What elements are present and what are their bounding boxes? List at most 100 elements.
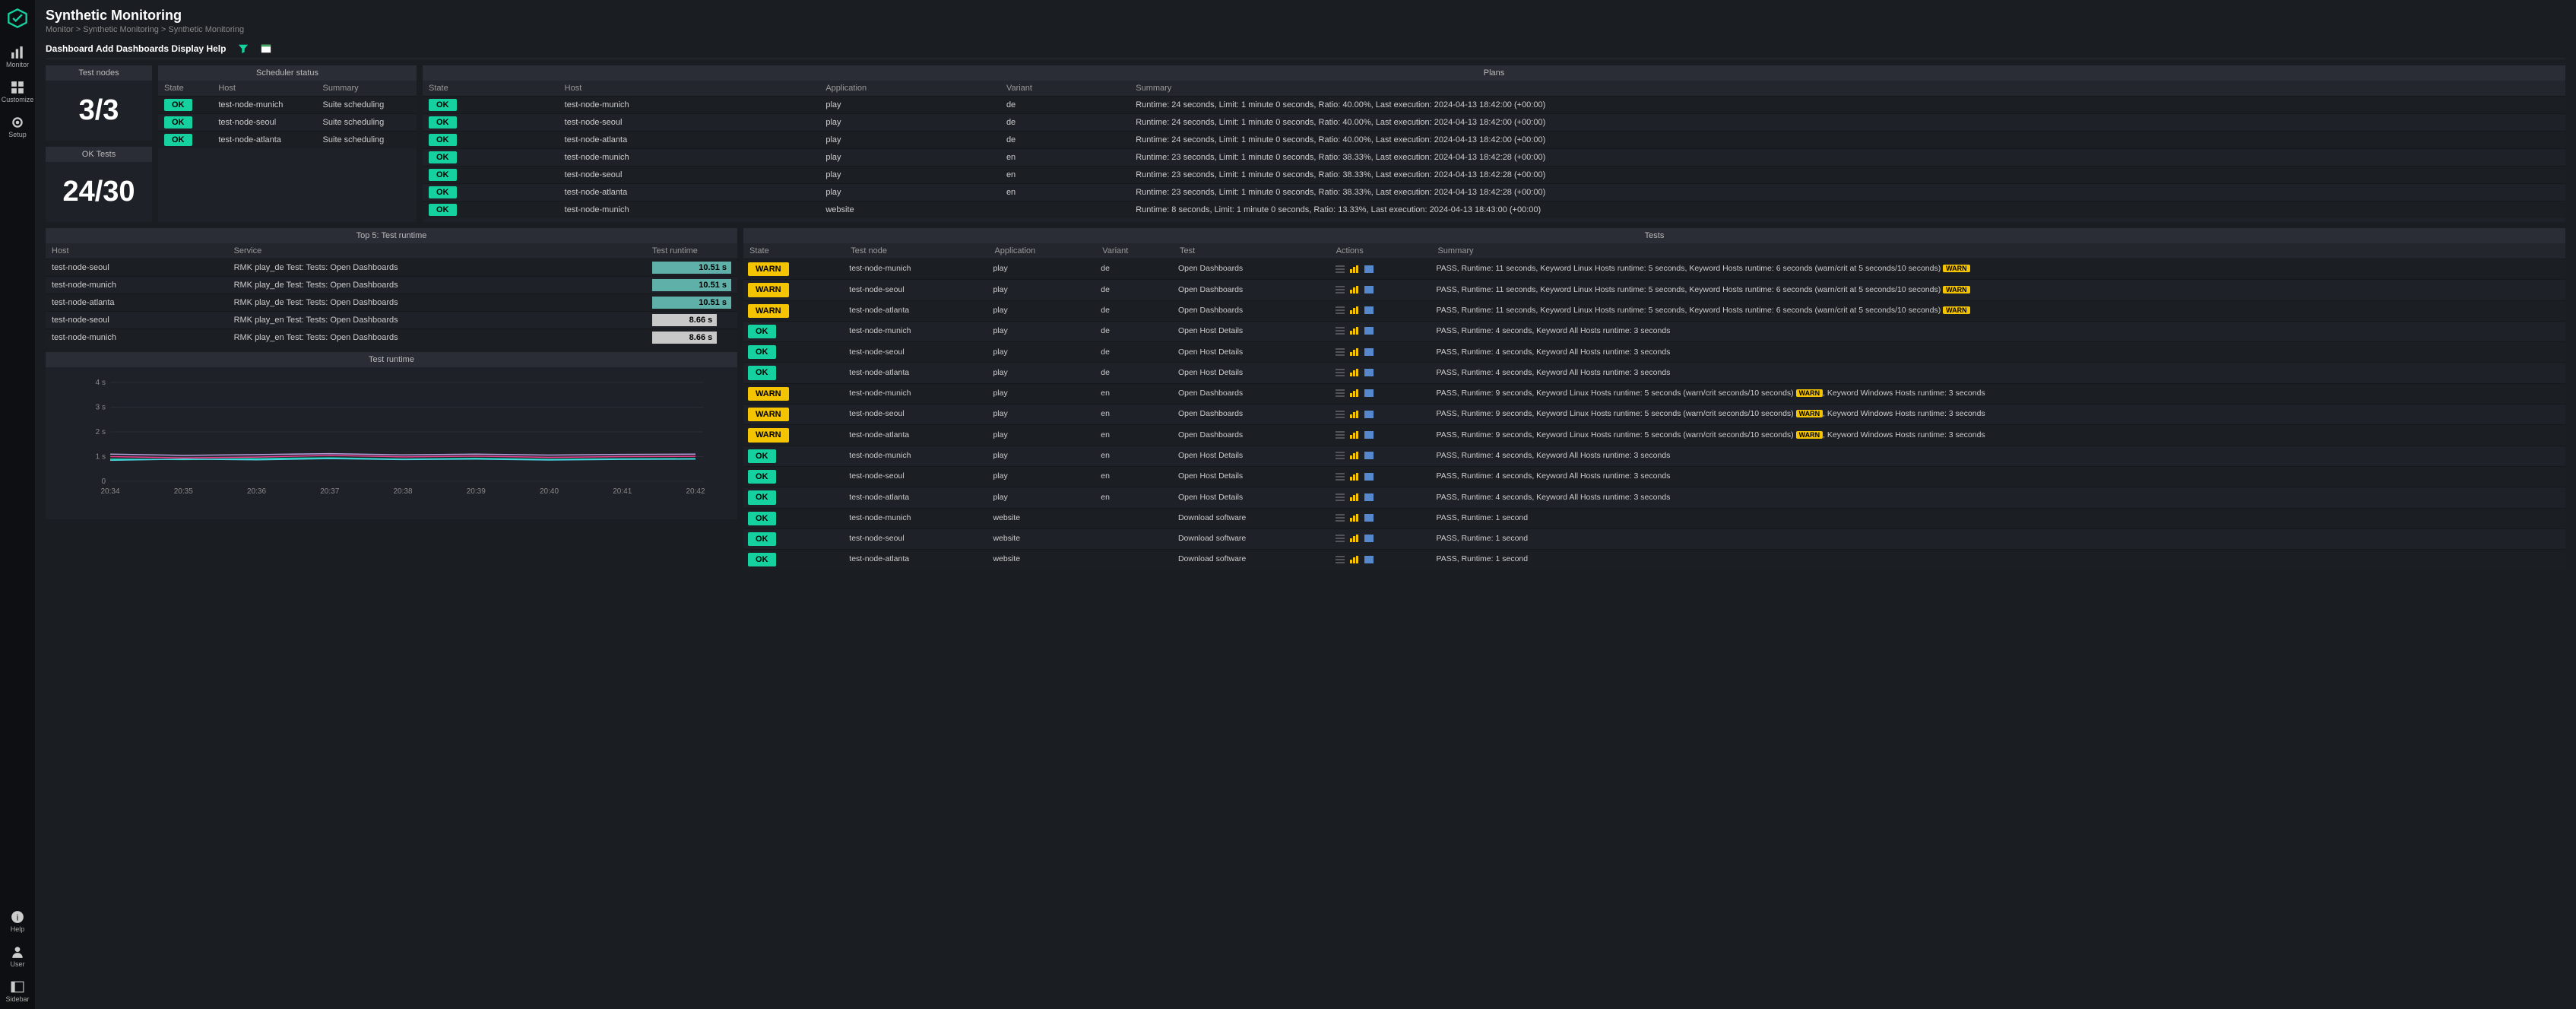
graph-icon[interactable] <box>1349 555 1360 564</box>
menu-icon[interactable] <box>1335 326 1345 335</box>
sidebar-item-customize[interactable]: Customize <box>2 75 34 109</box>
table-row[interactable]: test-node-seoul RMK play_de Test: Tests:… <box>46 259 737 277</box>
graph-icon[interactable] <box>1349 389 1360 398</box>
table-row[interactable]: OK test-node-atlanta play en Runtime: 23… <box>423 184 2565 201</box>
table-row[interactable]: WARN test-node-munich play de Open Dashb… <box>743 259 2565 280</box>
menu-icon[interactable] <box>1335 368 1345 377</box>
toolbar-display[interactable]: Display <box>171 43 204 54</box>
menu-icon[interactable] <box>1335 430 1345 439</box>
table-row[interactable]: OK test-node-munich Suite scheduling <box>158 97 417 114</box>
menu-icon[interactable] <box>1335 534 1345 543</box>
graph-icon[interactable] <box>1349 326 1360 335</box>
graph-icon[interactable] <box>1349 347 1360 357</box>
table-row[interactable]: OK test-node-atlanta Suite scheduling <box>158 132 417 149</box>
table-row[interactable]: WARN test-node-seoul play de Open Dashbo… <box>743 280 2565 300</box>
table-row[interactable]: OK test-node-seoul play en Runtime: 23 s… <box>423 167 2565 184</box>
col-header[interactable]: Test runtime <box>646 243 737 259</box>
inventory-icon[interactable] <box>1364 326 1374 335</box>
col-header[interactable]: Test <box>1174 243 1330 259</box>
menu-icon[interactable] <box>1335 451 1345 460</box>
graph-icon[interactable] <box>1349 534 1360 543</box>
menu-icon[interactable] <box>1335 347 1345 357</box>
breadcrumb[interactable]: Monitor > Synthetic Monitoring > Synthet… <box>46 25 2565 34</box>
menu-icon[interactable] <box>1335 513 1345 522</box>
inventory-icon[interactable] <box>1364 368 1374 377</box>
logo-icon[interactable] <box>5 6 30 30</box>
toolbar-add[interactable]: Add <box>96 43 113 54</box>
table-row[interactable]: OK test-node-munich play de Runtime: 24 … <box>423 97 2565 114</box>
col-header[interactable]: Summary <box>1431 243 2565 259</box>
inventory-icon[interactable] <box>1364 493 1374 502</box>
inventory-icon[interactable] <box>1364 347 1374 357</box>
graph-icon[interactable] <box>1349 472 1360 481</box>
inventory-icon[interactable] <box>1364 451 1374 460</box>
graph-icon[interactable] <box>1349 306 1360 315</box>
inventory-icon[interactable] <box>1364 285 1374 294</box>
inventory-icon[interactable] <box>1364 306 1374 315</box>
table-row[interactable]: OK test-node-munich website Download sof… <box>743 508 2565 528</box>
col-header[interactable]: Variant <box>1096 243 1174 259</box>
graph-icon[interactable] <box>1349 410 1360 419</box>
menu-icon[interactable] <box>1335 555 1345 564</box>
menu-icon[interactable] <box>1335 285 1345 294</box>
toolbar-dashboard[interactable]: Dashboard <box>46 43 93 54</box>
inventory-icon[interactable] <box>1364 534 1374 543</box>
menu-icon[interactable] <box>1335 472 1345 481</box>
col-header[interactable]: Variant <box>1000 81 1130 97</box>
table-row[interactable]: OK test-node-atlanta play en Open Host D… <box>743 487 2565 508</box>
col-header[interactable]: Host <box>212 81 316 97</box>
table-row[interactable]: test-node-atlanta RMK play_de Test: Test… <box>46 294 737 312</box>
graph-icon[interactable] <box>1349 513 1360 522</box>
graph-icon[interactable] <box>1349 451 1360 460</box>
col-header[interactable]: Host <box>559 81 820 97</box>
table-row[interactable]: OK test-node-seoul play en Open Host Det… <box>743 466 2565 487</box>
inventory-icon[interactable] <box>1364 513 1374 522</box>
graph-icon[interactable] <box>1349 430 1360 439</box>
table-row[interactable]: WARN test-node-munich play en Open Dashb… <box>743 383 2565 404</box>
menu-icon[interactable] <box>1335 306 1345 315</box>
sidebar-item-sidebar[interactable]: Sidebar <box>5 974 29 1009</box>
col-header[interactable]: Actions <box>1330 243 1432 259</box>
col-header[interactable]: State <box>158 81 212 97</box>
sidebar-item-monitor[interactable]: Monitor <box>2 40 34 75</box>
table-row[interactable]: OK test-node-atlanta play de Open Host D… <box>743 363 2565 383</box>
inventory-icon[interactable] <box>1364 555 1374 564</box>
table-row[interactable]: OK test-node-atlanta play de Runtime: 24… <box>423 132 2565 149</box>
table-row[interactable]: OK test-node-seoul Suite scheduling <box>158 114 417 132</box>
table-row[interactable]: test-node-seoul RMK play_en Test: Tests:… <box>46 312 737 329</box>
col-header[interactable]: Host <box>46 243 228 259</box>
col-header[interactable]: Summary <box>317 81 417 97</box>
table-row[interactable]: OK test-node-seoul website Download soft… <box>743 528 2565 549</box>
menu-icon[interactable] <box>1335 410 1345 419</box>
graph-icon[interactable] <box>1349 265 1360 274</box>
table-row[interactable]: OK test-node-munich play en Open Host De… <box>743 446 2565 466</box>
col-header[interactable]: Summary <box>1130 81 2565 97</box>
col-header[interactable]: Test node <box>844 243 988 259</box>
col-header[interactable]: State <box>743 243 844 259</box>
table-row[interactable]: test-node-munich RMK play_de Test: Tests… <box>46 277 737 294</box>
table-row[interactable]: OK test-node-seoul play de Open Host Det… <box>743 342 2565 363</box>
table-row[interactable]: OK test-node-atlanta website Download so… <box>743 550 2565 570</box>
table-row[interactable]: OK test-node-munich play en Runtime: 23 … <box>423 149 2565 167</box>
graph-icon[interactable] <box>1349 285 1360 294</box>
table-row[interactable]: WARN test-node-atlanta play de Open Dash… <box>743 300 2565 321</box>
col-header[interactable]: State <box>423 81 559 97</box>
col-header[interactable]: Service <box>228 243 646 259</box>
col-header[interactable]: Application <box>988 243 1096 259</box>
inventory-icon[interactable] <box>1364 430 1374 439</box>
filter-icon[interactable] <box>238 43 249 54</box>
table-row[interactable]: test-node-munich RMK play_en Test: Tests… <box>46 329 737 347</box>
table-row[interactable]: OK test-node-munich play de Open Host De… <box>743 321 2565 341</box>
table-row[interactable]: OK test-node-seoul play de Runtime: 24 s… <box>423 114 2565 132</box>
table-row[interactable]: WARN test-node-seoul play en Open Dashbo… <box>743 405 2565 425</box>
col-header[interactable]: Application <box>819 81 1000 97</box>
calendar-icon[interactable] <box>261 43 271 54</box>
inventory-icon[interactable] <box>1364 265 1374 274</box>
inventory-icon[interactable] <box>1364 410 1374 419</box>
graph-icon[interactable] <box>1349 493 1360 502</box>
sidebar-item-setup[interactable]: Setup <box>2 109 34 144</box>
table-row[interactable]: WARN test-node-atlanta play en Open Dash… <box>743 425 2565 446</box>
inventory-icon[interactable] <box>1364 389 1374 398</box>
sidebar-item-help[interactable]: iHelp <box>5 904 29 939</box>
menu-icon[interactable] <box>1335 493 1345 502</box>
